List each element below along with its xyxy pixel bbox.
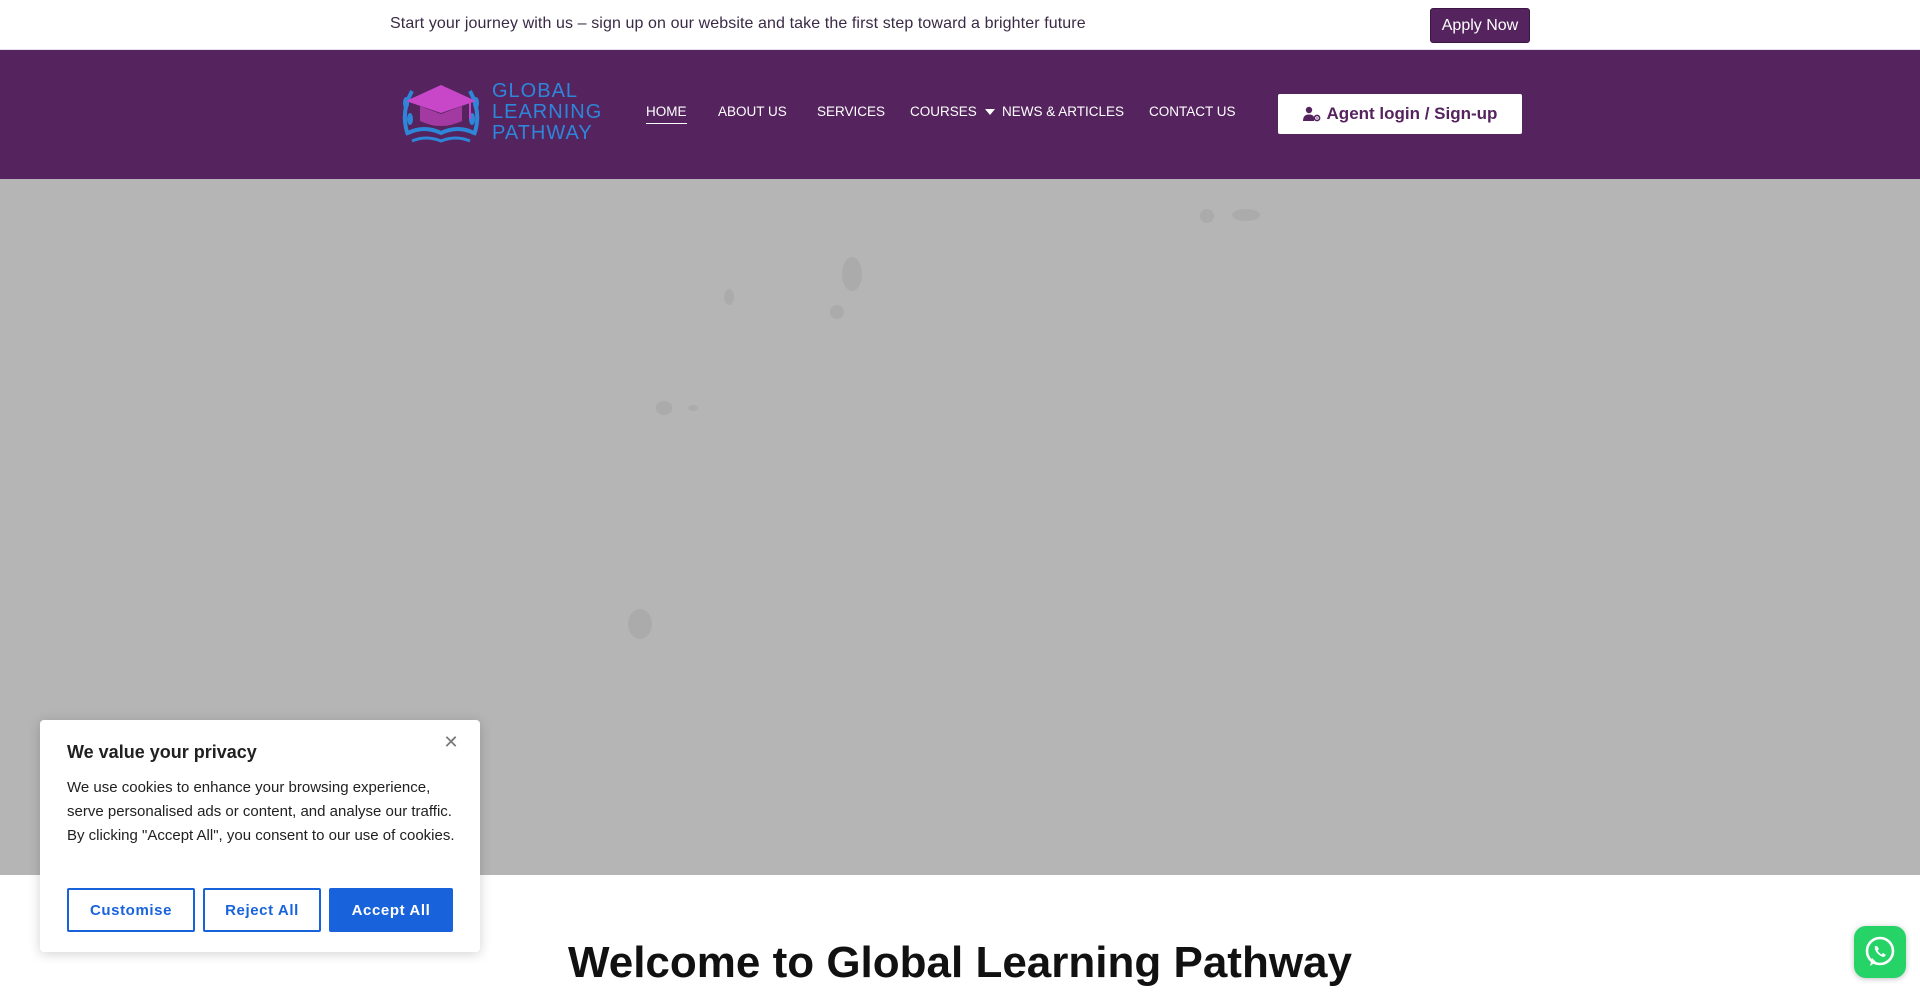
- agent-login-label: Agent login / Sign-up: [1326, 104, 1498, 123]
- hero-decoration: [842, 257, 862, 291]
- customise-button[interactable]: Customise: [67, 888, 195, 932]
- logo-line: PATHWAY: [492, 121, 593, 144]
- hero-decoration: [1232, 209, 1260, 221]
- nav-contact-us[interactable]: CONTACT US: [1149, 104, 1236, 123]
- announcement-text: Start your journey with us – sign up on …: [390, 15, 1086, 32]
- cookie-consent-dialog: We value your privacy ✕ We use cookies t…: [40, 720, 480, 952]
- hero-decoration: [1200, 209, 1214, 223]
- whatsapp-button[interactable]: [1854, 926, 1906, 978]
- hero-decoration: [724, 289, 734, 305]
- nav-news-articles[interactable]: NEWS & ARTICLES: [1002, 104, 1124, 123]
- nav-home[interactable]: HOME: [646, 104, 687, 124]
- nav-courses-label: COURSES: [910, 104, 977, 119]
- announcement-bar: Start your journey with us – sign up on …: [0, 0, 1920, 50]
- accept-all-button[interactable]: Accept All: [329, 888, 453, 932]
- nav-about-us[interactable]: ABOUT US: [718, 104, 787, 123]
- whatsapp-icon: [1865, 936, 1895, 966]
- cookie-description: We use cookies to enhance your browsing …: [67, 779, 455, 844]
- logo-line: LEARNING: [492, 100, 603, 123]
- chevron-down-icon: [984, 109, 995, 116]
- hero-decoration: [830, 305, 844, 319]
- nav-services[interactable]: SERVICES: [817, 104, 885, 123]
- agent-login-button[interactable]: Agent login / Sign-up: [1278, 94, 1522, 134]
- site-logo[interactable]: GLOBAL LEARNING PATHWAY: [398, 72, 610, 152]
- close-icon[interactable]: ✕: [441, 732, 461, 752]
- cookie-title: We value your privacy: [67, 742, 257, 762]
- page: Start your journey with us – sign up on …: [0, 0, 1920, 993]
- hero-decoration: [688, 405, 698, 411]
- apply-now-button[interactable]: Apply Now: [1430, 8, 1530, 43]
- site-header: GLOBAL LEARNING PATHWAY HOME ABOUT US SE…: [0, 50, 1920, 179]
- logo-line: GLOBAL: [492, 79, 579, 102]
- nav-courses[interactable]: COURSES: [910, 104, 995, 123]
- graduation-cap-logo-icon: [402, 85, 480, 143]
- hero-decoration: [656, 401, 672, 415]
- hero-decoration: [628, 609, 652, 639]
- reject-all-button[interactable]: Reject All: [203, 888, 321, 932]
- user-gear-icon: [1302, 106, 1320, 122]
- logo-wordmark: GLOBAL LEARNING PATHWAY: [492, 79, 603, 144]
